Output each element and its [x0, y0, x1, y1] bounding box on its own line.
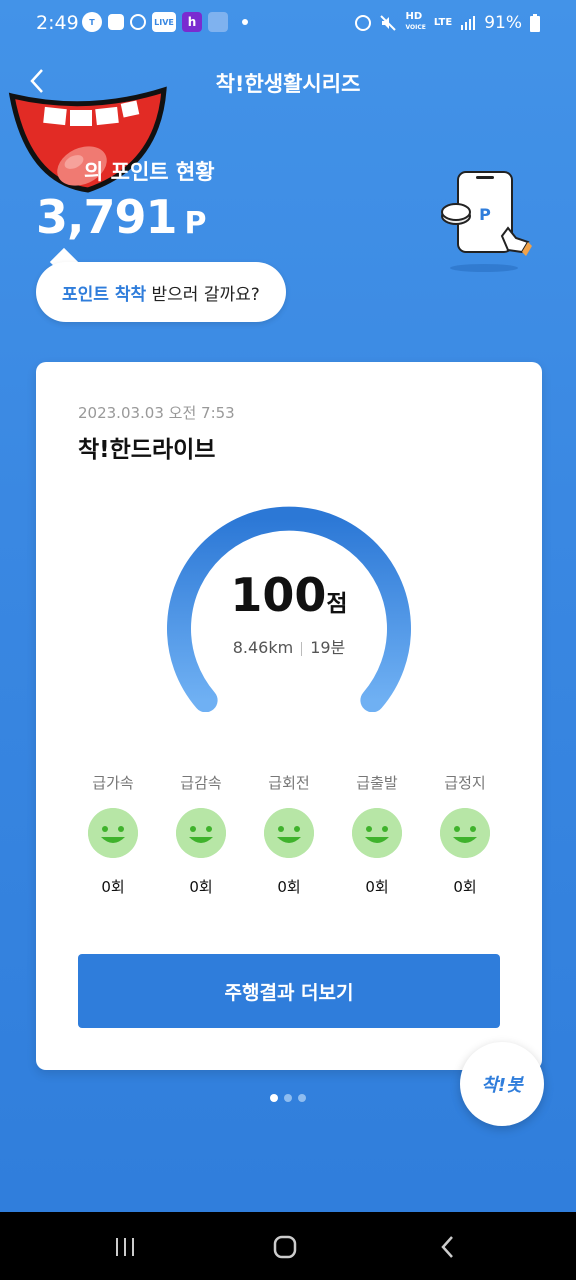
drive-result-card[interactable]: 2023.03.03 오전 7:53 착!한드라이브 100점 8.46km 19…: [36, 362, 542, 1070]
system-nav-bar: [0, 1212, 576, 1280]
smile-face-icon: [264, 808, 314, 858]
recent-apps-icon: [116, 1238, 134, 1256]
event-label: 급정지: [444, 774, 486, 792]
status-time: 2:49: [36, 12, 79, 34]
live-icon: LIVE: [152, 12, 176, 32]
drive-date: 2023.03.03 오전 7:53: [78, 404, 235, 422]
event-item: 급정지 0회: [430, 772, 500, 897]
drive-title: 착!한드라이브: [78, 437, 216, 463]
points-value: 3,791: [36, 190, 178, 244]
points-total: 3,791 P: [36, 190, 207, 244]
chatbot-label: 착!봇: [481, 1075, 523, 1096]
trip-divider: [301, 641, 303, 656]
event-item: 급회전 0회: [254, 772, 324, 897]
event-label: 급출발: [356, 774, 398, 792]
card-pager: [270, 1094, 306, 1102]
signal-icon: [461, 15, 476, 30]
grid-icon: [108, 14, 124, 30]
home-icon: [273, 1235, 297, 1259]
pager-dot[interactable]: [270, 1094, 278, 1102]
battery-icon: [530, 13, 540, 32]
phone-badge-text: P: [479, 205, 491, 224]
points-status-label: 의 포인트 현황: [84, 160, 215, 184]
smile-face-icon: [440, 808, 490, 858]
alarm-icon: [130, 14, 146, 30]
bubble-highlight: 포인트 착착: [62, 284, 147, 305]
event-label: 급감속: [180, 774, 222, 792]
home-button[interactable]: [270, 1232, 300, 1262]
talk-icon: T: [82, 12, 102, 32]
notification-icons: T LIVE h: [82, 12, 248, 32]
pager-dot[interactable]: [298, 1094, 306, 1102]
phone-point-illustration-icon: P: [441, 171, 532, 272]
h-app-icon: h: [182, 12, 202, 32]
lte-icon: LTE: [433, 17, 453, 28]
event-label: 급가속: [92, 774, 134, 792]
more-notifications-dot: [242, 19, 248, 25]
smile-face-icon: [88, 808, 138, 858]
image-icon: [208, 12, 228, 32]
smile-face-icon: [176, 808, 226, 858]
system-back-button[interactable]: [432, 1232, 462, 1262]
bubble-text: 받으러 갈까요?: [146, 284, 260, 305]
chatbot-button[interactable]: 착!봇: [460, 1042, 544, 1126]
status-bar: 2:49 T LIVE h HD VOICE LTE 91%: [0, 0, 576, 48]
points-promo-bubble[interactable]: 포인트 착착 받으러 갈까요?: [36, 262, 286, 322]
alarm-clock-icon: [355, 14, 372, 31]
score-value: 100: [230, 568, 327, 622]
trip-duration: 19분: [310, 638, 346, 657]
event-count: 0회: [453, 878, 477, 896]
system-icons: HD VOICE LTE 91%: [355, 12, 540, 33]
event-item: 급가속 0회: [78, 772, 148, 897]
drive-score: 100점: [36, 568, 542, 622]
score-unit: 점: [326, 591, 348, 617]
driving-events: 급가속 0회 급감속 0회 급회전 0회 급출발 0회 급정지 0회: [78, 772, 500, 897]
event-item: 급출발 0회: [342, 772, 412, 897]
smile-face-icon: [352, 808, 402, 858]
battery-text: 91%: [484, 12, 522, 33]
recent-apps-button[interactable]: [110, 1232, 140, 1262]
event-label: 급회전: [268, 774, 310, 792]
event-count: 0회: [277, 878, 301, 896]
mute-icon: [380, 14, 397, 31]
back-arrow-icon: [441, 1236, 453, 1258]
trip-info: 8.46km 19분: [36, 634, 542, 658]
event-count: 0회: [365, 878, 389, 896]
hd-voice-icon: HD VOICE: [405, 11, 426, 32]
trip-distance: 8.46km: [232, 638, 294, 657]
event-item: 급감속 0회: [166, 772, 236, 897]
event-count: 0회: [101, 878, 125, 896]
drive-result-more-button[interactable]: 주행결과 더보기: [78, 954, 500, 1028]
event-count: 0회: [189, 878, 213, 896]
points-unit: P: [184, 206, 207, 241]
pager-dot[interactable]: [284, 1094, 292, 1102]
